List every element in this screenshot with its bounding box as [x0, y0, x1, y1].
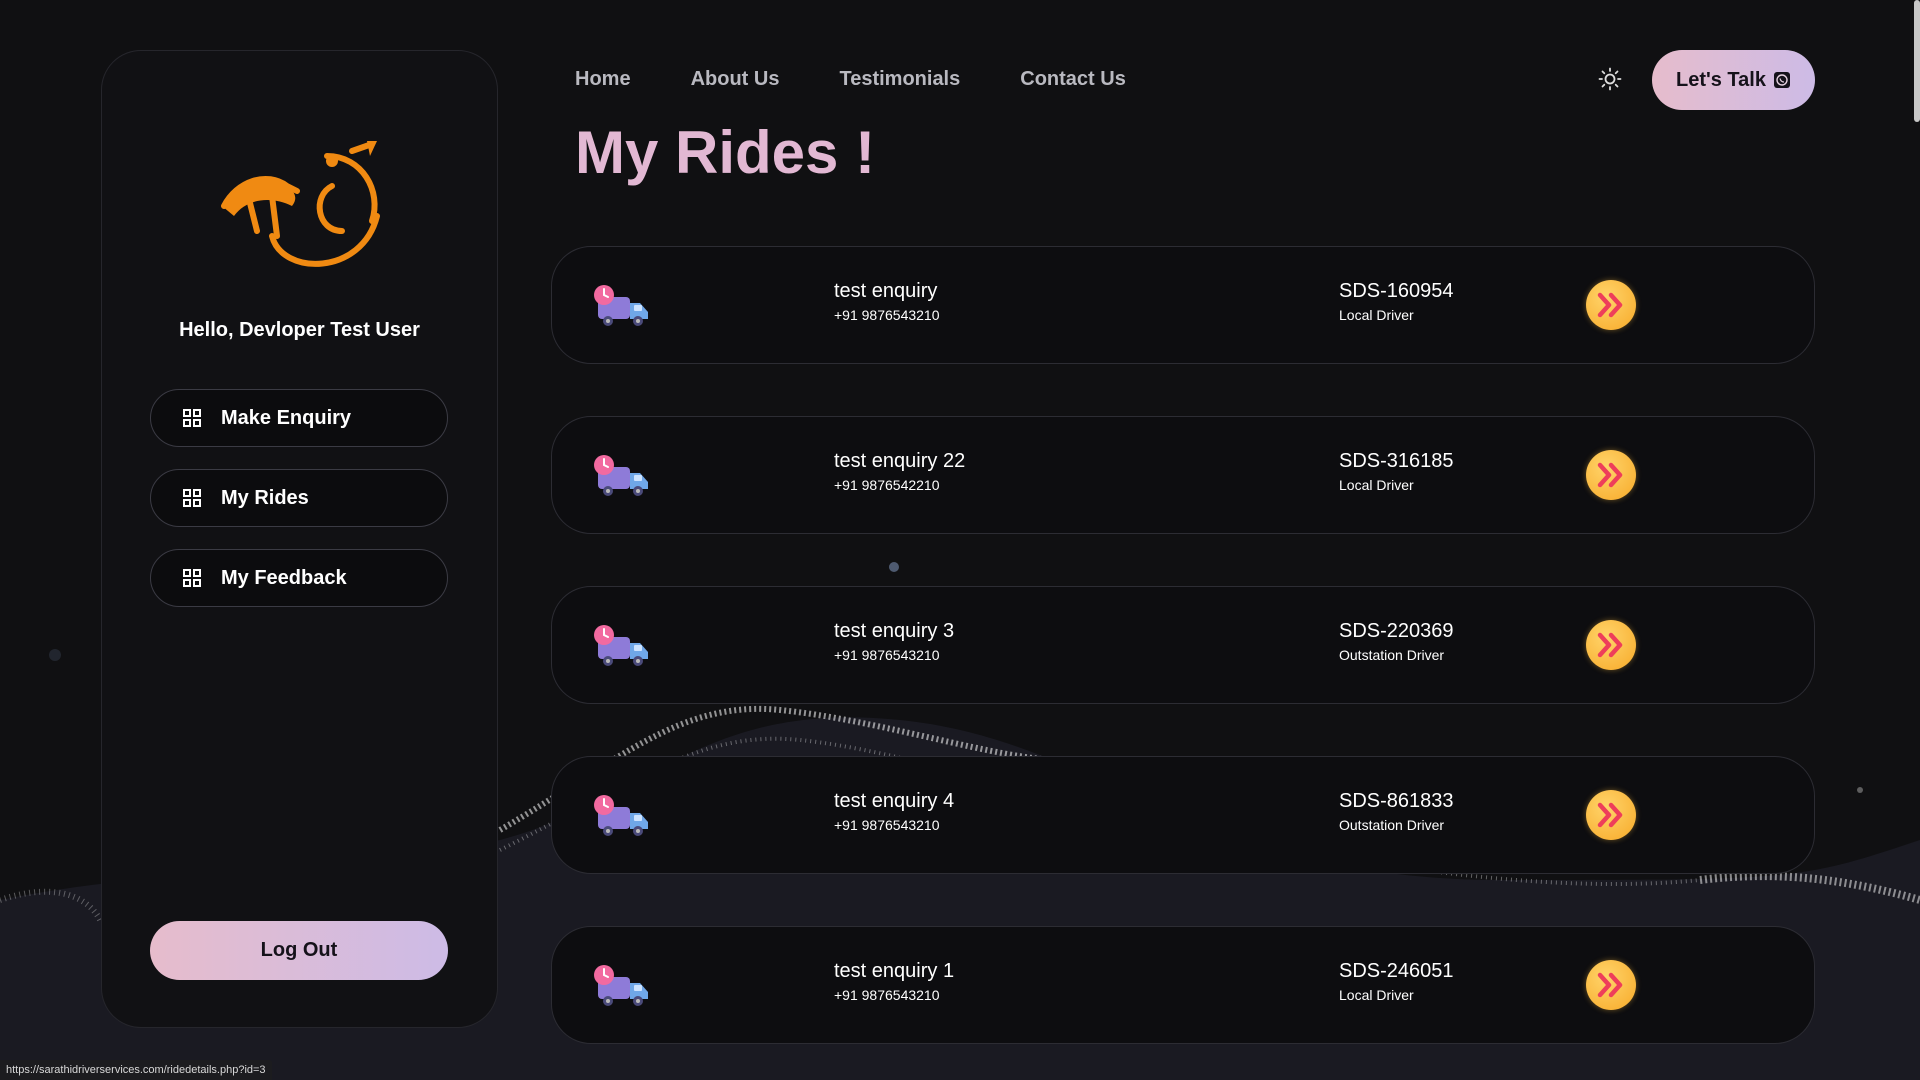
ride-code: SDS-861833 [1339, 790, 1454, 812]
delivery-truck-icon [594, 965, 648, 1006]
view-ride-button[interactable] [1586, 960, 1636, 1010]
double-chevron-right-icon [1597, 972, 1623, 998]
scrollbar[interactable] [1914, 0, 1920, 122]
ride-code: SDS-220369 [1339, 620, 1454, 642]
view-ride-button[interactable] [1586, 790, 1636, 840]
nav-link-contact-us[interactable]: Contact Us [1020, 68, 1126, 91]
ride-card[interactable]: test enquiry 4 +91 9876543210 SDS-861833… [551, 756, 1815, 874]
my-feedback-button[interactable]: My Feedback [150, 549, 448, 607]
ride-phone: +91 9876543210 [834, 987, 940, 1003]
ride-driver-type: Local Driver [1339, 987, 1414, 1003]
ride-phone: +91 9876542210 [834, 477, 940, 493]
ride-driver-type: Outstation Driver [1339, 817, 1445, 833]
ride-name: test enquiry 3 [834, 620, 955, 642]
lets-talk-button[interactable]: Let's Talk [1652, 50, 1815, 110]
my-feedback-label: My Feedback [221, 566, 347, 589]
ride-card[interactable]: test enquiry 1 +91 9876543210 SDS-246051… [551, 926, 1815, 1044]
sun-icon[interactable] [1598, 67, 1622, 91]
ride-code: SDS-160954 [1339, 280, 1454, 302]
nav-link-home[interactable]: Home [575, 68, 631, 91]
double-chevron-right-icon [1597, 292, 1623, 318]
ride-driver-type: Local Driver [1339, 307, 1414, 323]
delivery-truck-icon [594, 285, 648, 326]
view-ride-button[interactable] [1586, 450, 1636, 500]
grid-icon [183, 569, 201, 587]
ride-code: SDS-316185 [1339, 450, 1454, 472]
ride-name: test enquiry 1 [834, 960, 955, 982]
whatsapp-icon [1773, 72, 1790, 88]
lets-talk-label: Let's Talk [1676, 68, 1766, 91]
ride-card[interactable]: test enquiry +91 9876543210 SDS-160954 L… [551, 246, 1815, 364]
grid-icon [183, 489, 201, 507]
nav-link-testimonials[interactable]: Testimonials [839, 68, 960, 91]
ride-code: SDS-246051 [1339, 960, 1454, 982]
double-chevron-right-icon [1597, 462, 1623, 488]
ride-name: test enquiry [834, 280, 938, 302]
ride-name: test enquiry 22 [834, 450, 966, 472]
ride-driver-type: Outstation Driver [1339, 647, 1445, 663]
ride-driver-type: Local Driver [1339, 477, 1414, 493]
view-ride-button[interactable] [1586, 280, 1636, 330]
logout-button[interactable]: Log Out [150, 921, 448, 980]
ride-card[interactable]: test enquiry 22 +91 9876542210 SDS-31618… [551, 416, 1815, 534]
ride-phone: +91 9876543210 [834, 817, 940, 833]
sidebar: Hello, Devloper Test User Make Enquiry M… [101, 50, 498, 1028]
ride-name: test enquiry 4 [834, 790, 955, 812]
double-chevron-right-icon [1597, 632, 1623, 658]
ride-phone: +91 9876543210 [834, 647, 940, 663]
page-title: My Rides ! [575, 119, 876, 186]
view-ride-button[interactable] [1586, 620, 1636, 670]
nav-link-about-us[interactable]: About Us [691, 68, 780, 91]
double-chevron-right-icon [1597, 802, 1623, 828]
make-enquiry-label: Make Enquiry [221, 406, 352, 429]
delivery-truck-icon [594, 455, 648, 496]
make-enquiry-button[interactable]: Make Enquiry [150, 389, 448, 447]
top-nav: Home About Us Testimonials Contact Us [575, 68, 1186, 91]
ride-card[interactable]: test enquiry 3 +91 9876543210 SDS-220369… [551, 586, 1815, 704]
delivery-truck-icon [594, 795, 648, 836]
ride-phone: +91 9876543210 [834, 307, 940, 323]
my-rides-label: My Rides [221, 486, 309, 509]
greeting-text: Hello, Devloper Test User [179, 319, 420, 341]
status-bar-url: https://sarathidriverservices.com/ridede… [0, 1060, 272, 1080]
grid-icon [183, 409, 201, 427]
sarathi-logo [221, 141, 380, 267]
delivery-truck-icon [594, 625, 648, 666]
my-rides-button[interactable]: My Rides [150, 469, 448, 527]
